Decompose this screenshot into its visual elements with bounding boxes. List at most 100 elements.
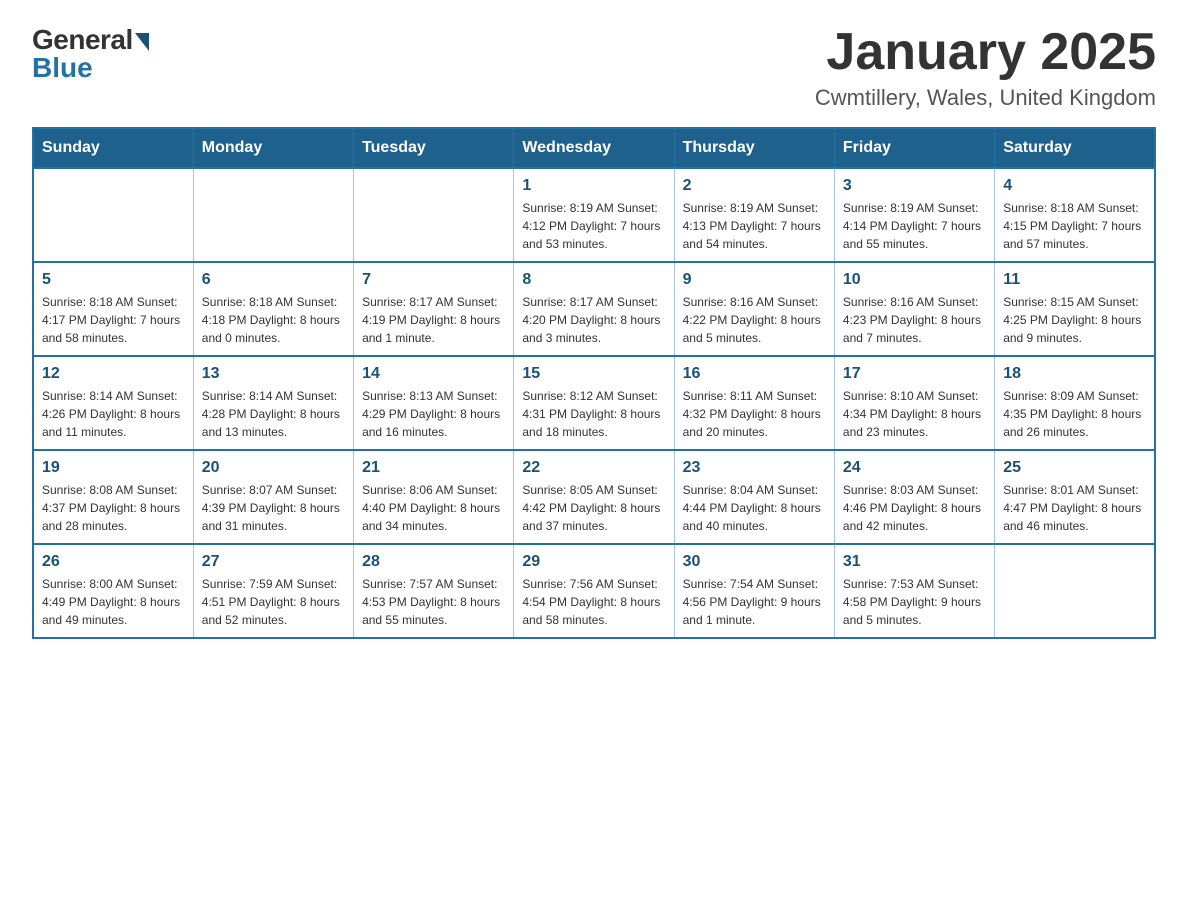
calendar-cell <box>995 544 1155 638</box>
day-number: 24 <box>843 459 986 477</box>
day-number: 7 <box>362 271 505 289</box>
day-info: Sunrise: 8:18 AM Sunset: 4:17 PM Dayligh… <box>42 293 185 347</box>
day-info: Sunrise: 8:00 AM Sunset: 4:49 PM Dayligh… <box>42 575 185 629</box>
day-number: 2 <box>683 177 826 195</box>
day-number: 25 <box>1003 459 1146 477</box>
column-header-sunday: Sunday <box>33 128 193 168</box>
calendar-cell: 12 Sunrise: 8:14 AM Sunset: 4:26 PM Dayli… <box>33 356 193 450</box>
day-info: Sunrise: 8:19 AM Sunset: 4:13 PM Dayligh… <box>683 199 826 253</box>
calendar-cell: 6 Sunrise: 8:18 AM Sunset: 4:18 PM Daylig… <box>193 262 353 356</box>
calendar-cell: 18Sunrise: 8:09 AM Sunset: 4:35 PM Dayli… <box>995 356 1155 450</box>
page-header: General Blue January 2025 Cwmtillery, Wa… <box>32 24 1156 111</box>
day-info: Sunrise: 8:16 AM Sunset: 4:22 PM Dayligh… <box>683 293 826 347</box>
day-info: Sunrise: 8:18 AM Sunset: 4:18 PM Dayligh… <box>202 293 345 347</box>
column-header-friday: Friday <box>834 128 994 168</box>
day-number: 26 <box>42 553 185 571</box>
calendar-cell: 11 Sunrise: 8:15 AM Sunset: 4:25 PM Dayli… <box>995 262 1155 356</box>
day-number: 15 <box>522 365 665 383</box>
column-header-thursday: Thursday <box>674 128 834 168</box>
calendar-week-row: 12 Sunrise: 8:14 AM Sunset: 4:26 PM Dayli… <box>33 356 1155 450</box>
day-info: Sunrise: 8:10 AM Sunset: 4:34 PM Dayligh… <box>843 387 986 441</box>
day-info: Sunrise: 8:19 AM Sunset: 4:14 PM Dayligh… <box>843 199 986 253</box>
calendar-cell: 19 Sunrise: 8:08 AM Sunset: 4:37 PM Dayli… <box>33 450 193 544</box>
day-number: 14 <box>362 365 505 383</box>
day-number: 11 <box>1003 271 1146 289</box>
day-info: Sunrise: 7:59 AM Sunset: 4:51 PM Dayligh… <box>202 575 345 629</box>
day-info: Sunrise: 8:14 AM Sunset: 4:28 PM Dayligh… <box>202 387 345 441</box>
day-info: Sunrise: 8:11 AM Sunset: 4:32 PM Dayligh… <box>683 387 826 441</box>
day-info: Sunrise: 7:53 AM Sunset: 4:58 PM Dayligh… <box>843 575 986 629</box>
day-info: Sunrise: 8:17 AM Sunset: 4:20 PM Dayligh… <box>522 293 665 347</box>
day-info: Sunrise: 7:54 AM Sunset: 4:56 PM Dayligh… <box>683 575 826 629</box>
day-number: 27 <box>202 553 345 571</box>
month-title: January 2025 <box>815 24 1156 81</box>
day-info: Sunrise: 8:14 AM Sunset: 4:26 PM Dayligh… <box>42 387 185 441</box>
calendar-cell: 4Sunrise: 8:18 AM Sunset: 4:15 PM Daylig… <box>995 168 1155 262</box>
calendar-cell: 27 Sunrise: 7:59 AM Sunset: 4:51 PM Dayli… <box>193 544 353 638</box>
day-info: Sunrise: 8:13 AM Sunset: 4:29 PM Dayligh… <box>362 387 505 441</box>
day-info: Sunrise: 8:15 AM Sunset: 4:25 PM Dayligh… <box>1003 293 1146 347</box>
day-info: Sunrise: 8:17 AM Sunset: 4:19 PM Dayligh… <box>362 293 505 347</box>
day-number: 3 <box>843 177 986 195</box>
calendar-cell: 14 Sunrise: 8:13 AM Sunset: 4:29 PM Dayli… <box>354 356 514 450</box>
calendar-week-row: 26 Sunrise: 8:00 AM Sunset: 4:49 PM Dayli… <box>33 544 1155 638</box>
day-number: 30 <box>683 553 826 571</box>
day-info: Sunrise: 8:06 AM Sunset: 4:40 PM Dayligh… <box>362 481 505 535</box>
day-info: Sunrise: 8:05 AM Sunset: 4:42 PM Dayligh… <box>522 481 665 535</box>
calendar-cell: 15 Sunrise: 8:12 AM Sunset: 4:31 PM Dayli… <box>514 356 674 450</box>
day-number: 16 <box>683 365 826 383</box>
calendar-cell: 17Sunrise: 8:10 AM Sunset: 4:34 PM Dayli… <box>834 356 994 450</box>
day-info: Sunrise: 8:03 AM Sunset: 4:46 PM Dayligh… <box>843 481 986 535</box>
calendar-cell: 8 Sunrise: 8:17 AM Sunset: 4:20 PM Daylig… <box>514 262 674 356</box>
day-number: 18 <box>1003 365 1146 383</box>
calendar-cell <box>354 168 514 262</box>
day-number: 10 <box>843 271 986 289</box>
column-header-monday: Monday <box>193 128 353 168</box>
day-number: 21 <box>362 459 505 477</box>
calendar-cell: 23 Sunrise: 8:04 AM Sunset: 4:44 PM Dayli… <box>674 450 834 544</box>
calendar-cell: 26 Sunrise: 8:00 AM Sunset: 4:49 PM Dayli… <box>33 544 193 638</box>
day-number: 20 <box>202 459 345 477</box>
calendar-cell: 20Sunrise: 8:07 AM Sunset: 4:39 PM Dayli… <box>193 450 353 544</box>
day-info: Sunrise: 8:08 AM Sunset: 4:37 PM Dayligh… <box>42 481 185 535</box>
calendar-cell: 9Sunrise: 8:16 AM Sunset: 4:22 PM Daylig… <box>674 262 834 356</box>
calendar-week-row: 1 Sunrise: 8:19 AM Sunset: 4:12 PM Daylig… <box>33 168 1155 262</box>
day-info: Sunrise: 8:04 AM Sunset: 4:44 PM Dayligh… <box>683 481 826 535</box>
day-number: 13 <box>202 365 345 383</box>
day-number: 6 <box>202 271 345 289</box>
calendar-cell: 24 Sunrise: 8:03 AM Sunset: 4:46 PM Dayli… <box>834 450 994 544</box>
calendar-cell: 10 Sunrise: 8:16 AM Sunset: 4:23 PM Dayli… <box>834 262 994 356</box>
calendar-cell: 5 Sunrise: 8:18 AM Sunset: 4:17 PM Daylig… <box>33 262 193 356</box>
location-text: Cwmtillery, Wales, United Kingdom <box>815 85 1156 111</box>
day-info: Sunrise: 8:19 AM Sunset: 4:12 PM Dayligh… <box>522 199 665 253</box>
calendar-table: SundayMondayTuesdayWednesdayThursdayFrid… <box>32 127 1156 639</box>
calendar-cell: 30 Sunrise: 7:54 AM Sunset: 4:56 PM Dayli… <box>674 544 834 638</box>
day-number: 8 <box>522 271 665 289</box>
logo: General Blue <box>32 24 149 84</box>
column-header-saturday: Saturday <box>995 128 1155 168</box>
calendar-cell: 25 Sunrise: 8:01 AM Sunset: 4:47 PM Dayli… <box>995 450 1155 544</box>
day-number: 23 <box>683 459 826 477</box>
calendar-header-row: SundayMondayTuesdayWednesdayThursdayFrid… <box>33 128 1155 168</box>
column-header-tuesday: Tuesday <box>354 128 514 168</box>
day-number: 31 <box>843 553 986 571</box>
day-info: Sunrise: 8:01 AM Sunset: 4:47 PM Dayligh… <box>1003 481 1146 535</box>
day-number: 5 <box>42 271 185 289</box>
calendar-cell: 29Sunrise: 7:56 AM Sunset: 4:54 PM Dayli… <box>514 544 674 638</box>
day-number: 22 <box>522 459 665 477</box>
logo-blue-text: Blue <box>32 52 93 84</box>
day-number: 1 <box>522 177 665 195</box>
calendar-cell: 7 Sunrise: 8:17 AM Sunset: 4:19 PM Daylig… <box>354 262 514 356</box>
day-info: Sunrise: 8:12 AM Sunset: 4:31 PM Dayligh… <box>522 387 665 441</box>
calendar-cell <box>193 168 353 262</box>
day-number: 28 <box>362 553 505 571</box>
day-number: 19 <box>42 459 185 477</box>
calendar-cell <box>33 168 193 262</box>
calendar-cell: 31 Sunrise: 7:53 AM Sunset: 4:58 PM Dayli… <box>834 544 994 638</box>
day-info: Sunrise: 8:16 AM Sunset: 4:23 PM Dayligh… <box>843 293 986 347</box>
day-info: Sunrise: 7:56 AM Sunset: 4:54 PM Dayligh… <box>522 575 665 629</box>
day-number: 12 <box>42 365 185 383</box>
calendar-cell: 3 Sunrise: 8:19 AM Sunset: 4:14 PM Daylig… <box>834 168 994 262</box>
day-number: 4 <box>1003 177 1146 195</box>
calendar-cell: 2 Sunrise: 8:19 AM Sunset: 4:13 PM Daylig… <box>674 168 834 262</box>
